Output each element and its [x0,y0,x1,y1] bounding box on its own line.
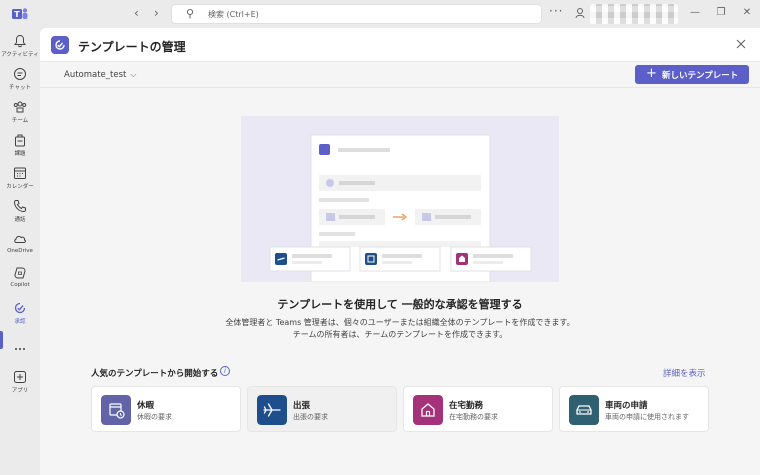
car-icon [569,395,599,425]
rail-item-onedrive[interactable]: OneDrive [0,230,40,264]
team-dropdown-label: Automate_test [64,70,127,80]
new-template-button[interactable]: + 新しいテンプレート [635,65,749,84]
template-name: 車両の申請 [605,401,648,411]
title-bar: T ‹ › ⚲ 検索 (Ctrl+E) ··· — ❐ ✕ [0,0,760,28]
template-name: 出張 [293,401,311,411]
bell-icon [14,34,26,48]
minimize-icon[interactable]: — [688,7,702,18]
hero-title: テンプレートを使用して 一般的な承認を管理する [277,298,523,311]
phone-icon [13,200,26,213]
template-description: 車両の申請に使用されます [605,413,689,421]
copilot-icon [14,267,26,279]
rail-label: カレンダー [6,184,34,190]
apps-icon [14,371,26,383]
rail-label: Copilot [10,282,30,288]
more-options-icon[interactable]: ··· [549,4,563,18]
template-name: 在宅勤務 [449,401,484,411]
template-card-work-from-home[interactable]: 在宅勤務 在宅勤務の要求 [403,386,553,432]
page-title: テンプレートの管理 [78,40,186,54]
hero-illustration [241,116,559,283]
rail-item-apps[interactable]: アプリ [0,368,40,402]
svg-text:T: T [14,10,20,19]
chat-icon [14,68,26,80]
template-name: 休暇 [137,401,155,411]
account-icon[interactable] [575,7,587,19]
calendar-clock-icon [101,395,131,425]
team-dropdown[interactable]: Automate_test ⌵ [64,70,136,80]
redacted-profile [590,4,678,24]
close-icon[interactable] [734,37,748,51]
window-close-icon[interactable]: ✕ [740,7,754,18]
teams-logo-icon: T [12,8,28,19]
forward-arrow-icon[interactable]: › [154,6,159,20]
approvals-app-icon [51,36,69,54]
airplane-icon [257,395,287,425]
rail-label: 課題 [14,151,26,157]
approvals-icon [14,302,26,314]
rail-label: OneDrive [7,248,33,254]
assignments-icon [15,134,25,147]
rail-label: チャット [9,85,31,91]
new-template-label: 新しいテンプレート [662,71,739,81]
template-card-business-trip[interactable]: 出張 出張の要求 [247,386,397,432]
template-description: 休暇の要求 [137,413,172,421]
rail-item-copilot[interactable]: Copilot [0,264,40,298]
rail-label: アプリ [11,388,29,394]
search-input[interactable]: ⚲ 検索 (Ctrl+E) [171,4,542,24]
main-panel: テンプレートの管理 Automate_test ⌵ + 新しいテンプレート テン… [40,28,760,475]
rail-item-calls[interactable]: 通話 [0,197,40,231]
app-rail: アクティビティ チャット チーム 課題 カレンダー 通話 OneDrive Co… [0,28,40,475]
template-description: 在宅勤務の要求 [449,413,498,421]
template-description: 出張の要求 [293,413,328,421]
search-placeholder: 検索 (Ctrl+E) [208,10,259,19]
rail-label: 通話 [14,217,26,223]
page-header: テンプレートの管理 [40,28,760,62]
search-icon: ⚲ [186,7,195,20]
rail-label: 承認 [14,319,26,325]
rail-item-calendar[interactable]: カレンダー [0,164,40,198]
chevron-down-icon: ⌵ [130,70,137,79]
teams-icon [13,101,27,113]
cloud-icon [14,235,26,243]
rail-label: チーム [11,118,29,124]
illustration-graphic [269,134,532,283]
view-details-link[interactable]: 詳細を表示 [663,367,706,379]
plus-icon: + [646,66,657,81]
template-card-vehicle-request[interactable]: 車両の申請 車両の申請に使用されます [559,386,709,432]
hero-description: 全体管理者と Teams 管理者は、個々のユーザーまたは組織全体のテンプレートを… [40,317,760,341]
calendar-icon [14,167,26,179]
home-icon [413,395,443,425]
rail-item-approvals[interactable]: 承認 [0,299,40,333]
rail-label: アクティビティ [1,52,39,58]
popular-templates-heading: 人気のテンプレートから開始する [91,369,219,379]
back-arrow-icon[interactable]: ‹ [134,6,139,20]
rail-item-teams[interactable]: チーム [0,98,40,132]
rail-item-chat[interactable]: チャット [0,65,40,99]
restore-icon[interactable]: ❐ [714,7,728,18]
hero-description-line-2: チームの所有者は、チームのテンプレートを作成できます。 [292,330,508,339]
rail-item-activity[interactable]: アクティビティ [0,32,40,66]
template-card-vacation[interactable]: 休暇 休暇の要求 [91,386,241,432]
info-icon[interactable]: i [220,366,230,376]
more-icon [15,348,25,350]
rail-item-assignments[interactable]: 課題 [0,131,40,165]
hero-description-line-1: 全体管理者と Teams 管理者は、個々のユーザーまたは組織全体のテンプレートを… [225,318,575,327]
